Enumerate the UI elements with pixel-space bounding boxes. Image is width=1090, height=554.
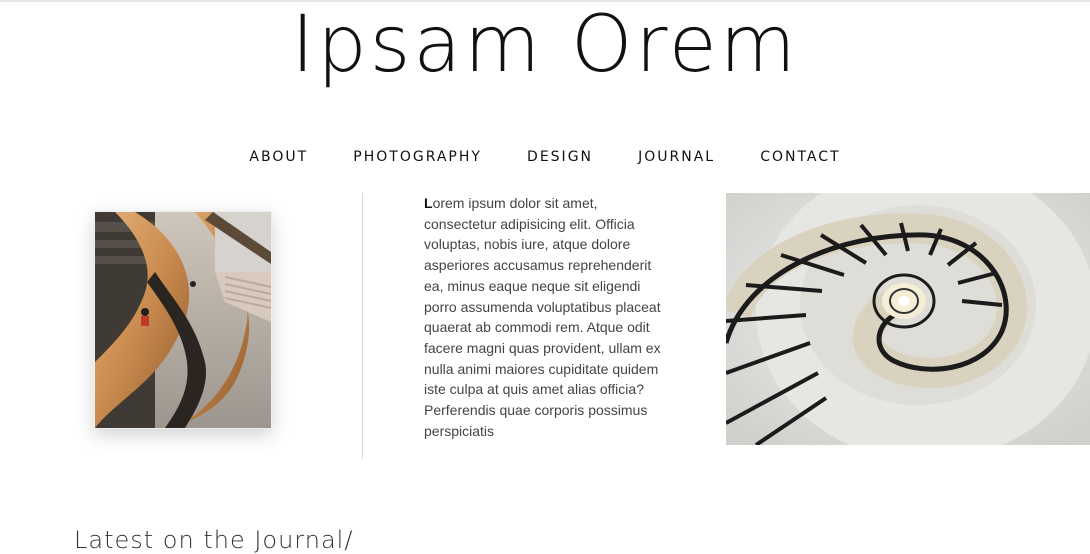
intro-text: orem ipsum dolor sit amet, consectetur a… [424, 195, 661, 439]
column-divider [362, 193, 363, 459]
wooden-staircase-image [95, 212, 271, 428]
journal-section-heading: Latest on the Journal/ [74, 526, 354, 554]
intro-paragraph: Lorem ipsum dolor sit amet, consectetur … [424, 193, 672, 441]
spiral-staircase-photo [726, 193, 1090, 445]
nav-contact[interactable]: CONTACT [760, 149, 840, 165]
nav-design[interactable]: DESIGN [527, 149, 593, 165]
drop-cap: L [424, 195, 433, 211]
nav-journal[interactable]: JOURNAL [638, 149, 715, 165]
site-title-text[interactable]: Ipsam Orem [291, 0, 798, 90]
site-title[interactable]: Ipsam Orem [0, 0, 1090, 90]
main-nav: ABOUT PHOTOGRAPHY DESIGN JOURNAL CONTACT [0, 146, 1090, 165]
nav-about[interactable]: ABOUT [249, 149, 308, 165]
nav-photography[interactable]: PHOTOGRAPHY [353, 149, 482, 165]
wooden-staircase-photo [94, 211, 272, 429]
spiral-staircase-image [726, 193, 1090, 445]
